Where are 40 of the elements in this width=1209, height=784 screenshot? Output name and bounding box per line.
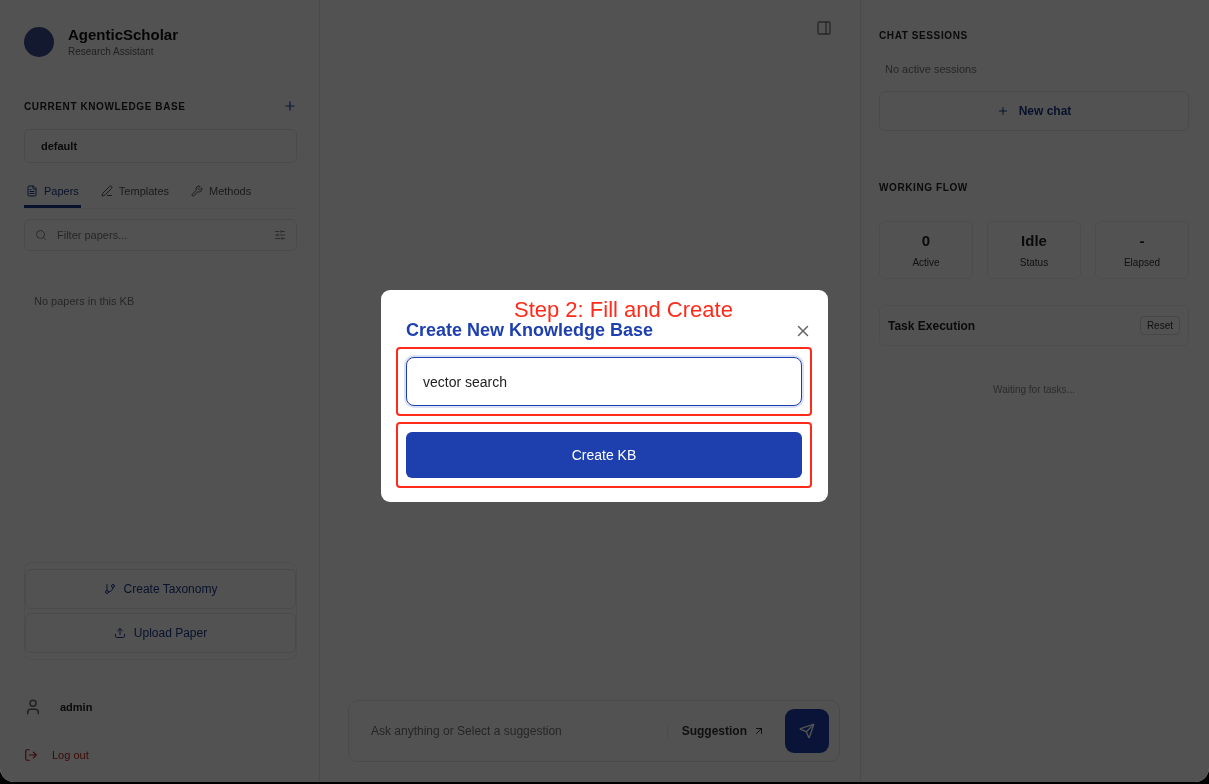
plus-icon [996,105,1009,117]
stat-value: 0 [921,232,931,249]
app-name: AgenticScholar [68,26,179,43]
tab[interactable]: Papers [24,177,81,208]
logout-icon [24,748,38,762]
reset-button[interactable]: Reset [1139,316,1180,335]
document-icon [26,185,38,197]
stat-label: Status [1019,257,1049,268]
stat-label: Elapsed [1123,257,1161,268]
upload-icon [113,627,126,639]
logo-icon [24,26,54,57]
section-heading: CHAT SESSIONS [879,30,969,41]
action-button[interactable]: Upload Paper [25,613,296,653]
send-button[interactable] [785,709,829,753]
create-button[interactable]: Create KB [406,432,802,478]
panel-toggle-icon[interactable] [816,20,832,36]
task-title: Task Execution [888,318,976,333]
filter-icon[interactable] [274,229,286,241]
search-icon [35,229,47,241]
wrench-icon [191,185,203,197]
stat-value: - [1139,232,1145,249]
knowledge-base-selector[interactable]: default [24,129,297,163]
user-icon [24,698,42,716]
annotation-text: Step 2: Fill and Create [514,296,734,322]
user-name: admin [60,701,93,713]
send-icon [799,723,815,739]
section-heading: CURRENT KNOWLEDGE BASE [24,100,186,112]
stat-value: Idle [1021,232,1047,249]
add-icon[interactable] [283,99,297,113]
dialog-title: Create New Knowledge Base [406,320,654,341]
suggestion-button[interactable]: Suggestion [666,723,771,739]
stat-label: Active [912,257,940,268]
logout-button[interactable]: Log out [24,748,297,762]
name-input-field[interactable]: vector search [406,357,802,406]
action-button[interactable]: Create Taxonomy [25,569,296,609]
arrow-icon [753,725,765,737]
section-heading: WORKING FLOW [879,182,968,193]
branch-icon [103,583,116,595]
new-chat-button[interactable]: New chat [879,91,1189,131]
pencil-icon [100,185,113,197]
